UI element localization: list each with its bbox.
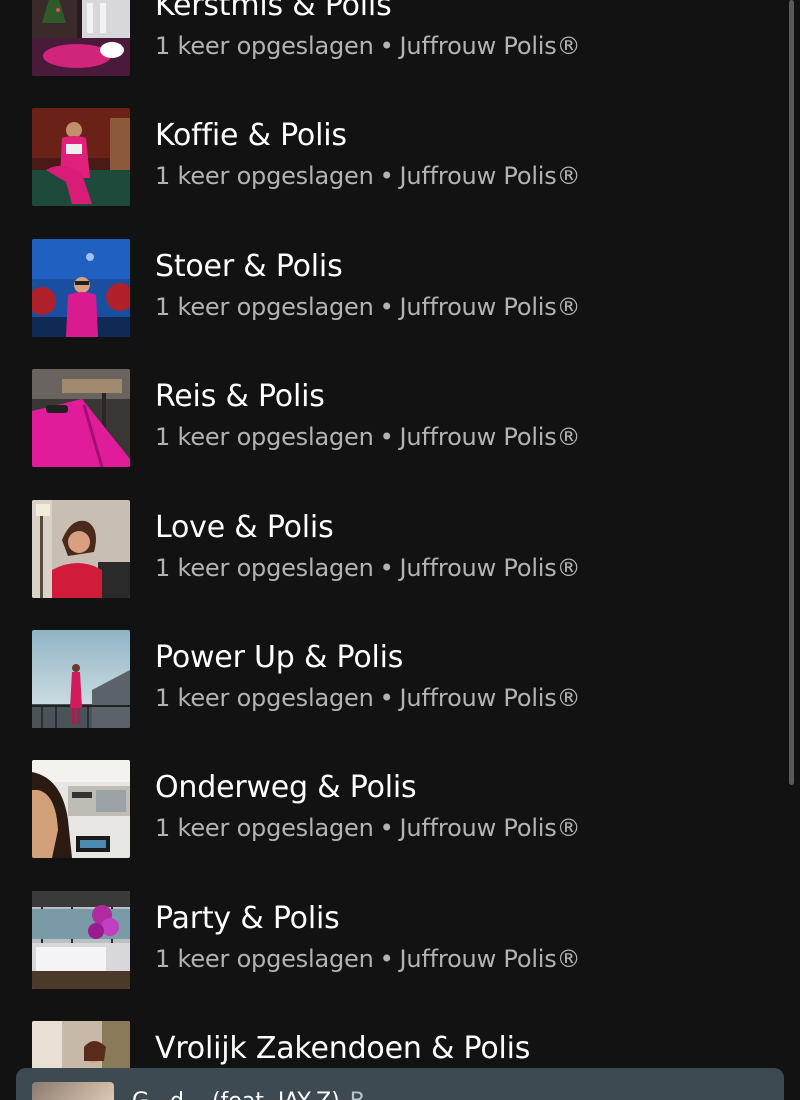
woman-blue-room-photo-icon (32, 238, 130, 337)
now-playing-text[interactable]: G...d... (feat. JAY-Z) B... (132, 1088, 386, 1100)
car-interior-photo-icon (32, 760, 130, 859)
episode-row[interactable]: Love & Polis 1 keer opgeslagen • Juffrouw … (0, 490, 800, 620)
show-name[interactable]: Juffrouw Polis® (400, 293, 581, 321)
save-count: 1 keer opgeslagen (155, 553, 374, 582)
woman-balcony-photo-icon (32, 629, 130, 728)
episode-title[interactable]: Reis & Polis (155, 379, 325, 415)
woman-portrait-photo-icon (32, 499, 130, 598)
episode-meta: 1 keer opgeslagen • Juffrouw Polis® (155, 944, 581, 974)
episode-row[interactable]: Kerstmis & Polis 1 keer opgeslagen • Juffr… (0, 0, 800, 98)
save-count: 1 keer opgeslagen (155, 814, 374, 843)
show-name[interactable]: Juffrouw Polis® (400, 32, 581, 60)
scrollbar[interactable] (789, 0, 794, 785)
separator-dot: • (379, 944, 394, 973)
episode-title[interactable]: Kerstmis & Polis (155, 0, 392, 24)
episode-meta: 1 keer opgeslagen • Juffrouw Polis® (155, 553, 581, 583)
episode-row[interactable]: Koffie & Polis 1 keer opgeslagen • Juffrou… (0, 98, 800, 228)
episode-title[interactable]: Vrolijk Zakendoen & Polis (155, 1031, 530, 1067)
episode-title[interactable]: Party & Polis (155, 901, 340, 937)
now-playing-artwork-icon (32, 1082, 114, 1100)
saved-episodes-screen: Kerstmis & Polis 1 keer opgeslagen • Juffr… (0, 0, 800, 1100)
show-name[interactable]: Juffrouw Polis® (400, 554, 581, 582)
episode-title[interactable]: Stoer & Polis (155, 249, 343, 285)
pink-suitcase-photo-icon (32, 369, 130, 468)
episode-meta: 1 keer opgeslagen • Juffrouw Polis® (155, 31, 581, 61)
separator-dot: • (379, 292, 394, 321)
now-playing-artist: B... (350, 1089, 386, 1100)
episode-row[interactable]: Reis & Polis 1 keer opgeslagen • Juffrouw … (0, 359, 800, 489)
episode-row[interactable]: Stoer & Polis 1 keer opgeslagen • Juffrouw… (0, 229, 800, 359)
episode-row[interactable]: Onderweg & Polis 1 keer opgeslagen • Juffr… (0, 750, 800, 880)
episode-meta: 1 keer opgeslagen • Juffrouw Polis® (155, 292, 581, 322)
show-name[interactable]: Juffrouw Polis® (400, 684, 581, 712)
separator-dot: • (379, 814, 394, 843)
christmas-table-photo-icon (32, 0, 130, 76)
episode-title[interactable]: Love & Polis (155, 510, 334, 546)
party-balloons-photo-icon (32, 890, 130, 989)
episode-list[interactable]: Kerstmis & Polis 1 keer opgeslagen • Juffr… (0, 0, 800, 1100)
show-name[interactable]: Juffrouw Polis® (400, 945, 581, 973)
episode-meta: 1 keer opgeslagen • Juffrouw Polis® (155, 422, 581, 452)
separator-dot: • (379, 162, 394, 191)
separator-dot: • (379, 32, 394, 60)
show-name[interactable]: Juffrouw Polis® (400, 814, 581, 842)
save-count: 1 keer opgeslagen (155, 423, 374, 452)
episode-meta: 1 keer opgeslagen • Juffrouw Polis® (155, 813, 581, 843)
save-count: 1 keer opgeslagen (155, 162, 374, 191)
mini-player[interactable]: G...d... (feat. JAY-Z) B... (16, 1068, 784, 1100)
episode-meta: 1 keer opgeslagen • Juffrouw Polis® (155, 161, 581, 191)
episode-title[interactable]: Onderweg & Polis (155, 770, 417, 806)
episode-row[interactable]: Party & Polis 1 keer opgeslagen • Juffrouw… (0, 881, 800, 1011)
save-count: 1 keer opgeslagen (155, 32, 374, 60)
woman-on-couch-photo-icon (32, 108, 130, 207)
episode-row[interactable]: Power Up & Polis 1 keer opgeslagen • Juffr… (0, 620, 800, 750)
separator-dot: • (379, 423, 394, 452)
now-playing-title: G...d... (feat. JAY-Z) (132, 1089, 340, 1100)
save-count: 1 keer opgeslagen (155, 944, 374, 973)
show-name[interactable]: Juffrouw Polis® (400, 423, 581, 451)
save-count: 1 keer opgeslagen (155, 292, 374, 321)
save-count: 1 keer opgeslagen (155, 683, 374, 712)
show-name[interactable]: Juffrouw Polis® (400, 162, 581, 190)
episode-title[interactable]: Power Up & Polis (155, 640, 403, 676)
episode-meta: 1 keer opgeslagen • Juffrouw Polis® (155, 683, 581, 713)
episode-title[interactable]: Koffie & Polis (155, 118, 347, 154)
separator-dot: • (379, 553, 394, 582)
separator-dot: • (379, 683, 394, 712)
